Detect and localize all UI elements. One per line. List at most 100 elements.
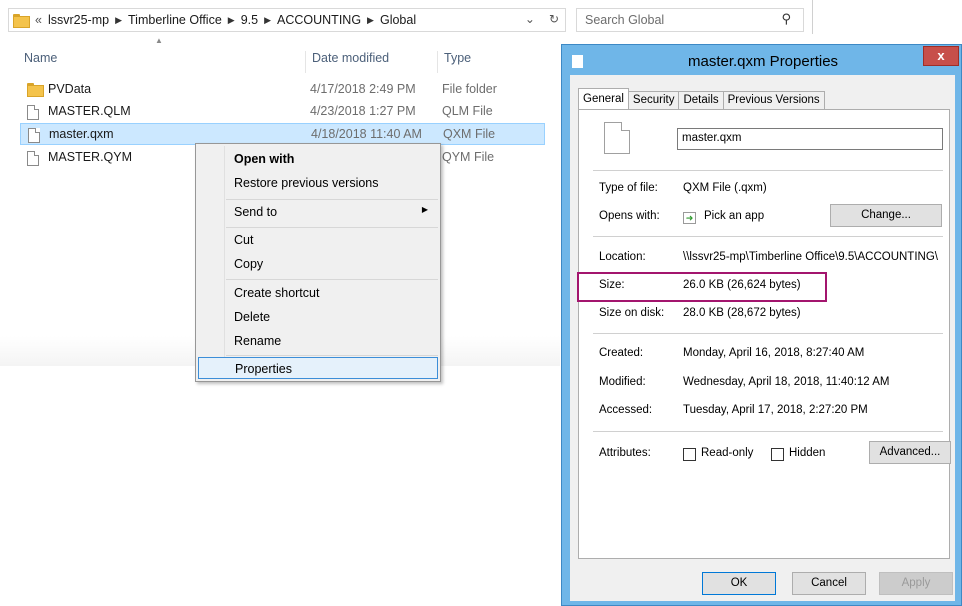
breadcrumb-item[interactable]: Timberline Office [128, 13, 222, 27]
divider [593, 170, 943, 171]
menu-item-cut[interactable]: Cut [198, 229, 438, 251]
file-row[interactable]: PVData 4/17/2018 2:49 PM File folder [20, 79, 545, 101]
context-menu: Open with Restore previous versions Send… [195, 143, 441, 382]
menu-item-label: Cut [234, 233, 254, 247]
chevron-right-icon[interactable]: ▶ [367, 15, 374, 26]
tab-previous-versions[interactable]: Previous Versions [722, 91, 825, 109]
file-date: 4/18/2018 11:40 AM [311, 127, 422, 141]
advanced-button[interactable]: Advanced... [869, 441, 951, 464]
file-name: MASTER.QYM [48, 150, 133, 164]
general-panel: master.qxm Type of file: QXM File (.qxm)… [578, 109, 951, 559]
menu-item-label: Properties [235, 362, 292, 376]
file-date: 4/23/2018 1:27 PM [310, 104, 416, 118]
created-label: Created: [599, 347, 644, 359]
type-value: QXM File (.qxm) [683, 182, 767, 194]
menu-item-label: Create shortcut [234, 286, 320, 300]
menu-item-label: Send to [234, 205, 278, 219]
menu-separator [226, 199, 438, 200]
opens-with-value: ➜ Pick an app [683, 210, 764, 224]
address-bar[interactable]: « lssvr25-mp ▶ Timberline Office ▶ 9.5 ▶… [8, 8, 566, 32]
file-row-selected[interactable]: master.qxm 4/18/2018 11:40 AM QXM File [20, 123, 545, 145]
cancel-button[interactable]: Cancel [792, 572, 866, 595]
size-on-disk-label: Size on disk: [599, 307, 665, 319]
file-icon [572, 55, 583, 68]
ok-button[interactable]: OK [702, 572, 776, 595]
folder-icon [27, 83, 44, 97]
properties-dialog: master.qxm Properties x General Security… [561, 44, 962, 606]
close-button[interactable]: x [923, 46, 959, 66]
location-label: Location: [599, 251, 646, 263]
breadcrumb-item[interactable]: lssvr25-mp [48, 13, 109, 27]
menu-item-rename[interactable]: Rename [198, 330, 438, 352]
menu-item-create-shortcut[interactable]: Create shortcut [198, 282, 438, 304]
modified-value: Wednesday, April 18, 2018, 11:40:12 AM [683, 376, 890, 388]
filename-field[interactable]: master.qxm [677, 128, 943, 150]
column-header-name[interactable]: Name [24, 51, 57, 73]
file-row[interactable]: MASTER.QLM 4/23/2018 1:27 PM QLM File [20, 101, 545, 123]
divider [593, 236, 943, 237]
opens-with-text: Pick an app [704, 210, 765, 222]
chevron-right-icon[interactable]: ▶ [115, 15, 122, 26]
file-icon [27, 151, 39, 166]
tab-general[interactable]: General [578, 88, 629, 109]
divider [593, 333, 943, 334]
menu-item-label: Copy [234, 257, 264, 271]
modified-label: Modified: [599, 376, 646, 388]
menu-item-restore[interactable]: Restore previous versions [198, 172, 438, 194]
file-date: 4/17/2018 2:49 PM [310, 82, 416, 96]
dialog-body: General Security Details Previous Versio… [570, 75, 955, 601]
file-type: QYM File [442, 150, 495, 164]
file-icon [27, 105, 39, 120]
menu-item-properties[interactable]: Properties [198, 357, 438, 379]
file-name: PVData [48, 82, 92, 96]
breadcrumb-item[interactable]: 9.5 [241, 13, 258, 27]
menu-item-label: Delete [234, 310, 271, 324]
chevron-down-icon[interactable]: ⌄ [525, 12, 535, 26]
change-button[interactable]: Change... [830, 204, 942, 227]
location-value: \\lssvr25-mp\Timberline Office\9.5\ACCOU… [683, 251, 938, 263]
divider [812, 0, 813, 34]
divider [593, 431, 943, 432]
menu-item-delete[interactable]: Delete [198, 306, 438, 328]
chevron-right-icon[interactable]: ▶ [228, 15, 235, 26]
tab-details[interactable]: Details [678, 91, 724, 109]
folder-icon [13, 14, 30, 28]
file-name: master.qxm [49, 127, 114, 141]
apply-button[interactable]: Apply [879, 572, 953, 595]
opens-with-label: Opens with: [599, 210, 660, 222]
size-on-disk-value: 28.0 KB (28,672 bytes) [683, 307, 801, 319]
readonly-checkbox[interactable] [683, 448, 696, 461]
tab-security[interactable]: Security [627, 91, 680, 109]
breadcrumb-item[interactable]: Global [380, 13, 416, 27]
dialog-titlebar[interactable]: master.qxm Properties x [562, 45, 961, 75]
accessed-label: Accessed: [599, 404, 653, 416]
breadcrumb-item[interactable]: ACCOUNTING [277, 13, 361, 27]
type-label: Type of file: [599, 182, 658, 194]
breadcrumb-overflow[interactable]: « [35, 13, 42, 27]
column-header-date[interactable]: Date modified [305, 51, 389, 73]
app-arrow-icon: ➜ [683, 212, 696, 224]
chevron-right-icon[interactable]: ▶ [264, 15, 271, 26]
search-input[interactable]: Search Global ⚲ [576, 8, 804, 32]
menu-item-copy[interactable]: Copy [198, 253, 438, 275]
readonly-label: Read-only [701, 447, 754, 459]
menu-item-label: Rename [234, 334, 282, 348]
hidden-checkbox[interactable] [771, 448, 784, 461]
created-value: Monday, April 16, 2018, 8:27:40 AM [683, 347, 865, 359]
file-type: QLM File [442, 104, 493, 118]
file-type: QXM File [443, 127, 496, 141]
menu-separator [226, 279, 438, 280]
submenu-arrow-icon: ▶ [421, 205, 428, 214]
column-header-type[interactable]: Type [437, 51, 471, 73]
tab-strip: General Security Details Previous Versio… [578, 88, 825, 109]
attributes-label: Attributes: [599, 447, 651, 459]
menu-item-open-with[interactable]: Open with [198, 148, 438, 170]
accessed-value: Tuesday, April 17, 2018, 2:27:20 PM [683, 404, 868, 416]
menu-item-label: Restore previous versions [234, 176, 379, 190]
menu-item-send-to[interactable]: Send to ▶ [198, 201, 438, 223]
breadcrumb: « lssvr25-mp ▶ Timberline Office ▶ 9.5 ▶… [35, 13, 416, 27]
search-icon[interactable]: ⚲ [781, 11, 791, 27]
menu-separator [226, 227, 438, 228]
file-type: File folder [442, 82, 497, 96]
refresh-icon[interactable]: ↻ [549, 12, 559, 26]
